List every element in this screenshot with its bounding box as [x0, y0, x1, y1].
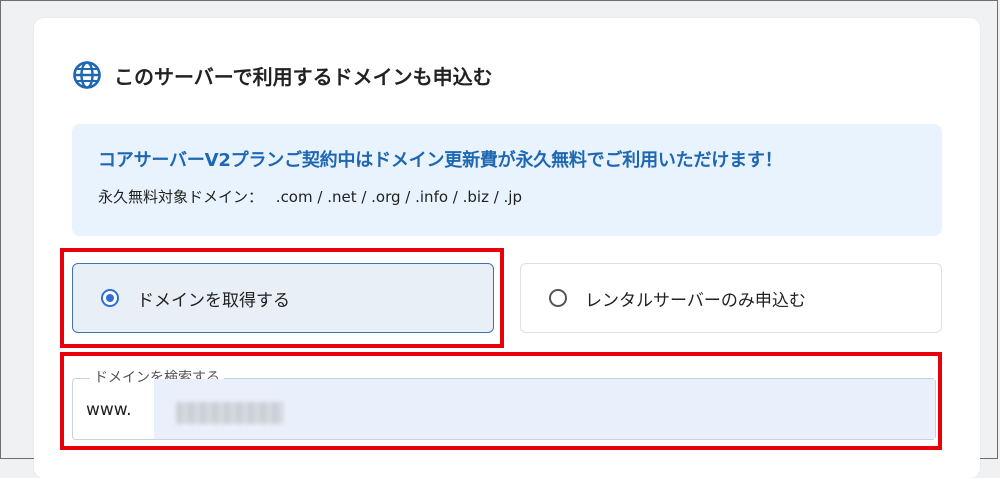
option-get-domain[interactable]: ドメインを取得する [72, 263, 494, 333]
option-server-only[interactable]: レンタルサーバーのみ申込む [520, 263, 942, 333]
option-server-only-label: レンタルサーバーのみ申込む [585, 290, 806, 311]
section-header: このサーバーで利用するドメインも申込む [72, 58, 493, 92]
info-headline: コアサーバーV2プランご契約中はドメイン更新費が永久無料でご利用いただけます！ [98, 150, 783, 171]
www-prefix: www. [86, 400, 132, 420]
section-title: このサーバーで利用するドメインも申込む [114, 64, 493, 89]
info-sub: 永久無料対象ドメイン： .com / .net / .org / .info /… [98, 186, 942, 207]
radio-get-domain[interactable] [101, 289, 119, 307]
option-get-domain-label: ドメインを取得する [137, 290, 290, 311]
free-domains-list: .com / .net / .org / .info / .biz / .jp [275, 188, 522, 206]
free-domains-label: 永久無料対象ドメイン： [98, 188, 264, 206]
info-box: コアサーバーV2プランご契約中はドメイン更新費が永久無料でご利用いただけます！ … [72, 124, 942, 236]
globe-icon [73, 61, 101, 89]
blurred-domain-text [176, 402, 284, 424]
radio-server-only[interactable] [549, 289, 567, 307]
